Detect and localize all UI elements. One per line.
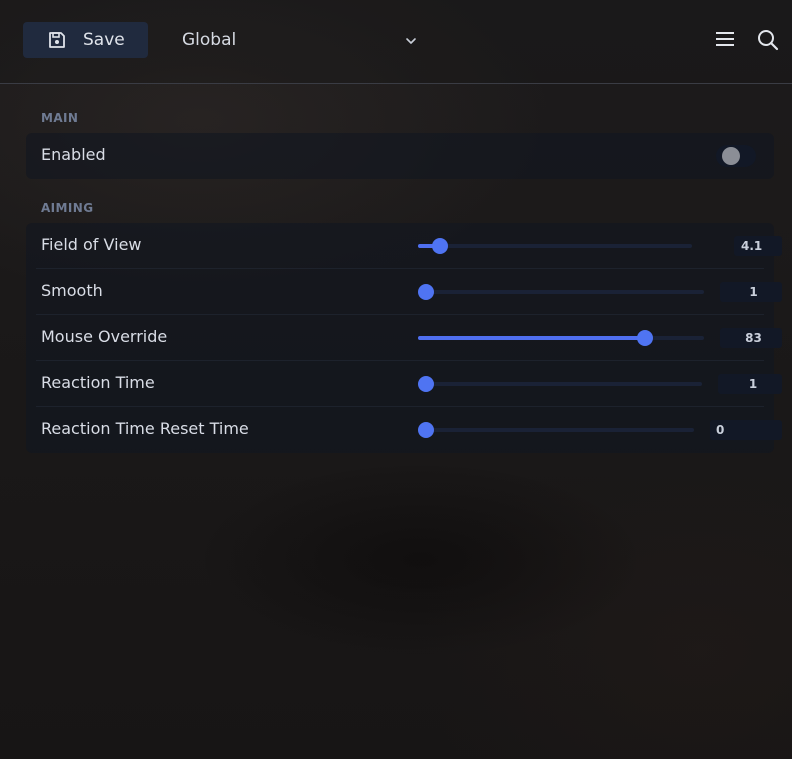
setting-row-enabled: Enabled	[26, 133, 774, 179]
slider-track	[418, 428, 694, 432]
setting-row-field-of-view: Field of View 4.1	[26, 223, 782, 269]
smooth-value[interactable]: 1	[720, 282, 782, 302]
setting-label: Smooth	[41, 281, 103, 300]
profile-dropdown[interactable]: Global	[182, 22, 422, 58]
slider-thumb[interactable]	[418, 284, 434, 300]
setting-row-mouse-override: Mouse Override 83	[26, 315, 782, 361]
enabled-toggle[interactable]	[716, 145, 756, 167]
slider-fill	[418, 336, 645, 340]
hamburger-menu-icon[interactable]	[715, 30, 735, 48]
setting-row-smooth: Smooth 1	[26, 269, 782, 315]
reaction-time-reset-slider[interactable]	[418, 421, 694, 439]
slider-thumb[interactable]	[418, 422, 434, 438]
setting-row-reaction-time: Reaction Time 1	[26, 361, 782, 407]
top-toolbar: Save Global	[0, 0, 792, 84]
profile-selected-value: Global	[182, 30, 237, 50]
section-title-aiming: AIMING	[41, 201, 94, 215]
search-icon[interactable]	[757, 29, 779, 51]
setting-label: Reaction Time	[41, 373, 155, 392]
setting-label: Enabled	[41, 145, 106, 164]
save-button[interactable]: Save	[23, 22, 148, 58]
reaction-time-slider[interactable]	[418, 375, 702, 393]
toggle-knob	[722, 147, 740, 165]
section-title-main: MAIN	[41, 111, 79, 125]
field-of-view-slider[interactable]	[418, 237, 692, 255]
main-settings-card: Enabled	[26, 133, 774, 179]
slider-thumb[interactable]	[636, 330, 653, 346]
chevron-down-icon	[406, 38, 416, 44]
aiming-settings-card: Field of View 4.1 Smooth 1 Mouse Overrid…	[26, 223, 782, 453]
slider-track	[418, 290, 704, 294]
reaction-time-reset-value[interactable]: 0	[710, 420, 782, 440]
setting-label: Mouse Override	[41, 327, 168, 346]
setting-label: Field of View	[41, 235, 142, 254]
setting-row-reaction-time-reset: Reaction Time Reset Time 0	[26, 407, 782, 453]
save-label: Save	[83, 30, 125, 50]
smooth-slider[interactable]	[418, 283, 704, 301]
mouse-override-slider[interactable]	[418, 329, 704, 347]
slider-track	[418, 244, 692, 248]
slider-thumb[interactable]	[432, 238, 449, 254]
reaction-time-value[interactable]: 1	[718, 374, 782, 394]
field-of-view-value[interactable]: 4.1	[734, 236, 782, 256]
slider-track	[418, 382, 702, 386]
floppy-disk-icon	[49, 32, 65, 48]
mouse-override-value[interactable]: 83	[720, 328, 782, 348]
slider-thumb[interactable]	[418, 376, 434, 392]
setting-label: Reaction Time Reset Time	[41, 419, 249, 438]
